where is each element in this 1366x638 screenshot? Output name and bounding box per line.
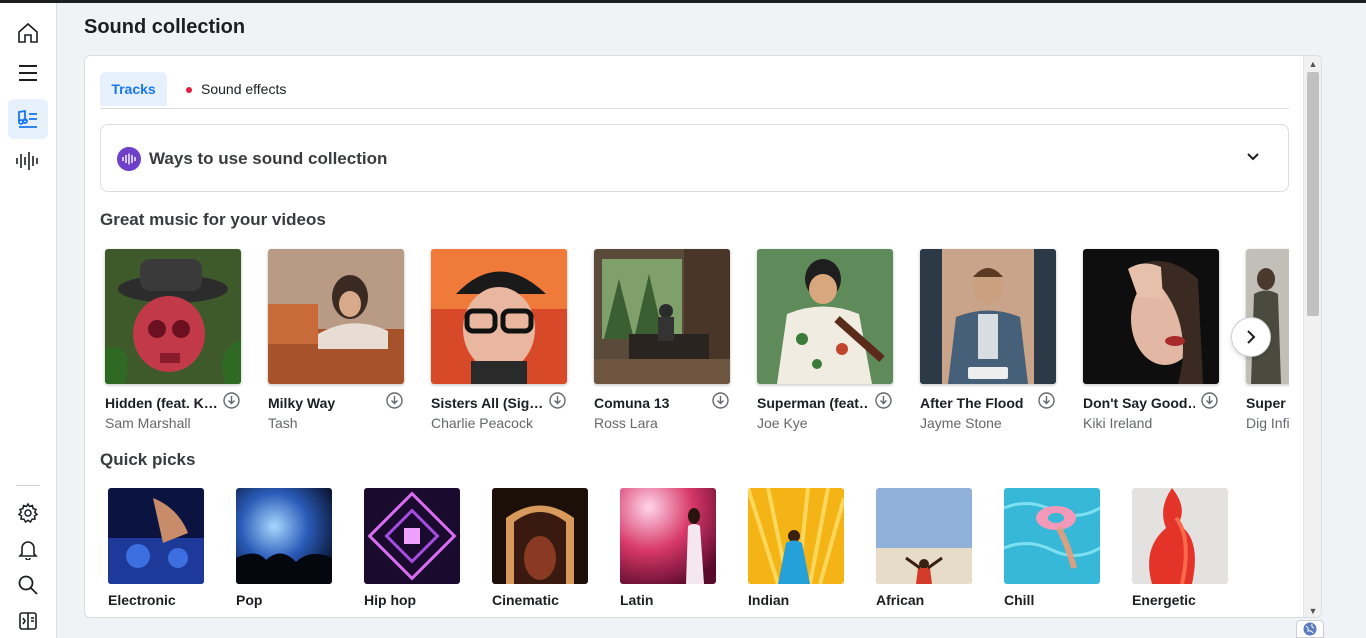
track-artwork[interactable] [431,249,567,384]
track-card[interactable]: Comuna 13 Ross Lara [594,249,730,431]
quick-pick-artwork[interactable] [748,488,844,584]
quick-pick-artwork[interactable] [620,488,716,584]
card-scrollbar[interactable]: ▲ ▼ [1303,56,1321,617]
download-icon[interactable] [875,392,892,409]
track-card[interactable]: Milky Way Tash [268,249,404,431]
track-title[interactable]: Superman (feat… [757,395,869,411]
quick-pick-label: Cinematic [492,592,559,608]
track-title[interactable]: Super C [1246,395,1289,411]
track-card[interactable]: Don't Say Good… Kiki Ireland [1083,249,1219,431]
quick-pick-artwork[interactable] [236,488,332,584]
notifications-button[interactable] [8,529,48,569]
track-card[interactable]: Superman (feat… Joe Kye [757,249,893,431]
track-artist: Dig Infi [1246,415,1289,431]
track-artist: Sam Marshall [105,415,191,431]
home-icon [18,22,38,43]
quick-pick-item[interactable]: Electronic [108,488,204,608]
quick-pick-label: Chill [1004,592,1035,608]
scrollbar-thumb[interactable] [1307,72,1319,316]
quick-pick-artwork[interactable] [876,488,972,584]
track-artwork[interactable] [105,249,241,384]
settings-button[interactable] [8,493,48,533]
rail-divider [16,485,40,486]
track-artist: Jayme Stone [920,415,1002,431]
quick-pick-label: Latin [620,592,654,608]
bell-icon [18,541,38,560]
quick-pick-artwork[interactable] [1004,488,1100,584]
track-title[interactable]: Don't Say Good… [1083,395,1195,411]
chevron-right-icon [1247,330,1256,344]
track-artwork[interactable] [757,249,893,384]
track-title[interactable]: Sisters All (Sig… [431,395,543,411]
quick-pick-label: Electronic [108,592,176,608]
sound-effects-nav-button[interactable] [8,141,48,181]
download-icon[interactable] [386,392,403,409]
top-border [0,0,1366,3]
track-artist: Kiki Ireland [1083,415,1153,431]
quick-picks-heading: Quick picks [100,450,196,469]
track-card[interactable]: Sisters All (Sig… Charlie Peacock [431,249,567,431]
download-icon[interactable] [712,392,729,409]
track-artist: Tash [268,415,298,431]
track-title[interactable]: Milky Way [268,395,380,411]
language-button[interactable] [1296,620,1324,638]
quick-pick-item[interactable]: Energetic [1132,488,1228,608]
track-title[interactable]: Comuna 13 [594,395,706,411]
track-card[interactable]: After The Flood Jayme Stone [920,249,1056,431]
quick-pick-item[interactable]: Chill [1004,488,1100,608]
track-artist: Ross Lara [594,415,658,431]
track-carousel: Hidden (feat. K… Sam Marshall Milky Way … [85,56,1289,436]
track-artwork[interactable] [268,249,404,384]
search-icon [18,575,38,595]
track-title[interactable]: Hidden (feat. K… [105,395,217,411]
settings-icon [17,502,39,524]
quick-pick-artwork[interactable] [492,488,588,584]
quick-pick-item[interactable]: Cinematic [492,488,588,608]
sound-collection-nav-button[interactable] [8,99,48,139]
menu-button[interactable] [8,53,48,93]
quick-pick-label: African [876,592,925,608]
carousel-next-button[interactable] [1231,317,1271,357]
panel-toggle-icon [19,612,37,630]
download-icon[interactable] [223,392,240,409]
quick-pick-item[interactable]: Pop [236,488,332,608]
globe-icon [1303,622,1317,636]
search-button[interactable] [8,565,48,605]
home-button[interactable] [8,13,48,53]
download-icon[interactable] [1201,392,1218,409]
menu-icon [19,65,37,81]
track-card[interactable]: Hidden (feat. K… Sam Marshall [105,249,241,431]
quick-pick-label: Hip hop [364,592,417,608]
quick-pick-artwork[interactable] [1132,488,1228,584]
track-artwork[interactable] [920,249,1056,384]
track-artist: Charlie Peacock [431,415,533,431]
track-artist: Joe Kye [757,415,808,431]
left-nav-rail [0,3,57,638]
scroll-down-icon[interactable]: ▼ [1307,605,1319,617]
quick-pick-item[interactable]: African [876,488,972,608]
music-list-icon [18,109,37,128]
sound-collection-card: Tracks Sound effects Ways to use sound c… [84,55,1322,618]
quick-pick-artwork[interactable] [108,488,204,584]
download-icon[interactable] [1038,392,1055,409]
quick-pick-item[interactable]: Indian [748,488,844,608]
track-artwork[interactable] [594,249,730,384]
quick-pick-label: Pop [236,592,263,608]
page-title: Sound collection [84,16,246,38]
quick-pick-item[interactable]: Hip hop [364,488,460,608]
track-artwork[interactable] [1083,249,1219,384]
scroll-up-icon[interactable]: ▲ [1307,58,1319,70]
quick-pick-artwork[interactable] [364,488,460,584]
quick-pick-label: Energetic [1132,592,1196,608]
waveform-icon [16,152,38,170]
track-title[interactable]: After The Flood [920,395,1032,411]
quick-pick-item[interactable]: Latin [620,488,716,608]
quick-pick-label: Indian [748,592,790,608]
panel-toggle-button[interactable] [8,601,48,638]
download-icon[interactable] [549,392,566,409]
